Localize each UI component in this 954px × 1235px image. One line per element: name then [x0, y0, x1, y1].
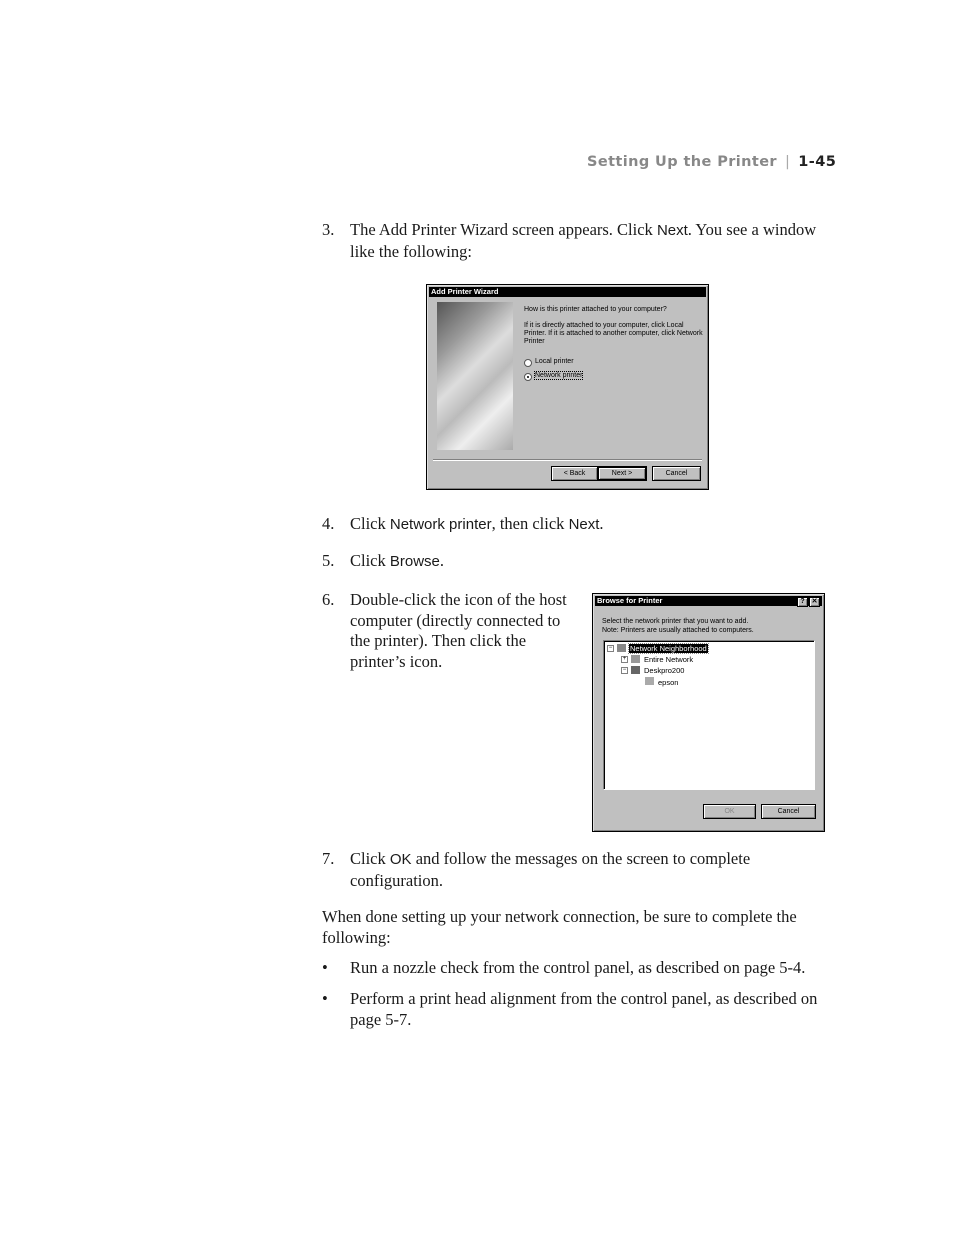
close-button[interactable]: ✕ [809, 597, 820, 607]
closing-paragraph: When done setting up your network connec… [322, 907, 797, 947]
bullet-item: Perform a print head alignment from the … [350, 989, 818, 1029]
ui-term: Browse [389, 553, 440, 570]
collapse-icon[interactable]: − [607, 645, 614, 652]
text: Click [350, 514, 390, 533]
computer-icon [631, 666, 640, 674]
step-number: 5. [322, 551, 335, 570]
help-button[interactable]: ? [797, 597, 808, 607]
collapse-icon[interactable]: − [621, 667, 628, 674]
text: Click [350, 551, 390, 570]
local-printer-label[interactable]: Local printer [535, 358, 574, 365]
printer-photo [437, 302, 513, 450]
running-header: Setting Up the Printer | 1-45 [587, 154, 836, 170]
network-printer-radio[interactable] [524, 373, 532, 381]
local-printer-radio[interactable] [524, 359, 532, 367]
ui-term: Next [568, 516, 600, 533]
network-tree[interactable]: − Network Neighborhood + Entire Network … [603, 640, 815, 790]
step-number: 4. [322, 514, 335, 533]
add-printer-wizard-window: Add Printer Wizard How is this printer a… [426, 284, 709, 490]
tree-node-network-neighborhood[interactable]: Network Neighborhood [628, 643, 709, 654]
ok-button[interactable]: OK [703, 804, 756, 819]
tree-node-entire-network[interactable]: Entire Network [644, 655, 693, 664]
tree-node-epson[interactable]: epson [658, 678, 678, 687]
page-number: 1-45 [798, 154, 837, 170]
step-number: 3. [322, 220, 335, 239]
step-4-text: Click Network printer, then click Next. [350, 514, 830, 536]
printer-icon [645, 677, 654, 685]
text: Click [350, 849, 390, 868]
ui-term: Next [656, 222, 688, 239]
text: , then click [491, 514, 569, 533]
bullet-icon: • [322, 989, 328, 1008]
network-printer-label[interactable]: Network printer [533, 371, 584, 380]
step-3-text: The Add Printer Wizard screen appears. C… [350, 220, 830, 262]
instruction-line-2: Note: Printers are usually attached to c… [602, 627, 754, 634]
browse-for-printer-window: Browse for Printer ? ✕ Select the networ… [592, 593, 825, 832]
bullet-item: Run a nozzle check from the control pane… [350, 958, 806, 977]
tree-node-deskpro200[interactable]: Deskpro200 [644, 666, 684, 675]
back-button[interactable]: < Back [551, 466, 598, 481]
wizard-question: How is this printer attached to your com… [524, 306, 667, 313]
text: . [599, 514, 604, 533]
step-6-text: Double-click the icon of the host comput… [350, 590, 567, 671]
ui-term: Network printer [389, 516, 492, 533]
window-titlebar: Add Printer Wizard [429, 287, 706, 297]
section-title: Setting Up the Printer [587, 154, 777, 170]
bullet-icon: • [322, 958, 328, 977]
wizard-instructions: If it is directly attached to your compu… [524, 322, 703, 345]
text: . [439, 551, 445, 570]
step-number: 7. [322, 849, 335, 868]
instruction-line-1: Select the network printer that you want… [602, 618, 749, 625]
cancel-button[interactable]: Cancel [761, 804, 816, 819]
text: The Add Printer Wizard screen appears. C… [350, 220, 657, 239]
next-button[interactable]: Next > [597, 466, 647, 481]
globe-network-icon [631, 655, 640, 663]
ui-term: OK [389, 851, 412, 868]
step-number: 6. [322, 590, 335, 609]
header-separator: | [785, 154, 791, 170]
expand-icon[interactable]: + [621, 656, 628, 663]
divider [433, 459, 702, 461]
cancel-button[interactable]: Cancel [652, 466, 701, 481]
step-5-text: Click Browse. [350, 551, 830, 573]
network-neighborhood-icon [617, 644, 626, 652]
step-7-text: Click OK and follow the messages on the … [350, 849, 770, 891]
window-titlebar: Browse for Printer [595, 596, 822, 606]
